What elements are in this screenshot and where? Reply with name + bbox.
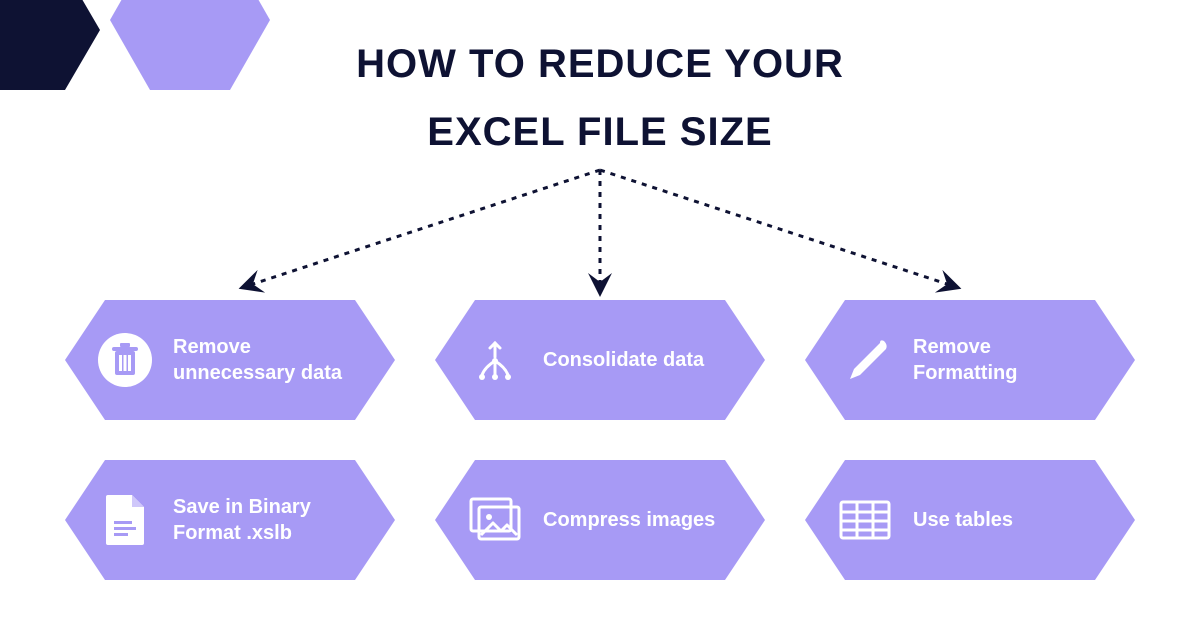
tip-label: Compress images — [543, 507, 715, 533]
tip-label: Consolidate data — [543, 347, 704, 373]
tip-remove-data: Remove unnecessary data — [65, 300, 395, 420]
brush-icon — [835, 330, 895, 390]
title-line-2: EXCEL FILE SIZE — [0, 98, 1200, 166]
tip-compress-images: Compress images — [435, 460, 765, 580]
tips-grid: Remove unnecessary data Consolidate data — [0, 300, 1200, 580]
tip-label: Remove unnecessary data — [173, 334, 355, 386]
images-icon — [465, 490, 525, 550]
tip-use-tables: Use tables — [805, 460, 1135, 580]
branching-arrows — [220, 165, 980, 305]
tip-consolidate: Consolidate data — [435, 300, 765, 420]
title-line-1: HOW TO REDUCE YOUR — [0, 30, 1200, 98]
tip-label: Use tables — [913, 507, 1013, 533]
table-icon — [835, 490, 895, 550]
merge-icon — [465, 330, 525, 390]
tip-label: Remove Formatting — [913, 334, 1095, 386]
tip-label: Save in Binary Format .xslb — [173, 494, 355, 546]
page-title: HOW TO REDUCE YOUR EXCEL FILE SIZE — [0, 30, 1200, 166]
tip-remove-formatting: Remove Formatting — [805, 300, 1135, 420]
tip-binary-format: Save in Binary Format .xslb — [65, 460, 395, 580]
trash-icon — [95, 330, 155, 390]
file-icon — [95, 490, 155, 550]
